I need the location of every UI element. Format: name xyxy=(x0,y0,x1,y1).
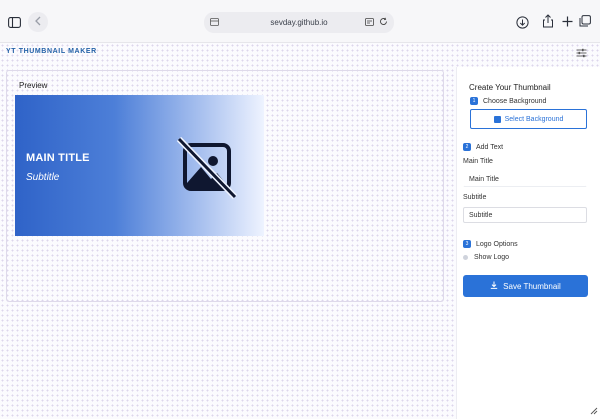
preview-label: Preview xyxy=(19,81,48,90)
main-title-value: Main Title xyxy=(469,175,499,183)
translate-icon[interactable] xyxy=(365,18,374,28)
sliders-icon[interactable] xyxy=(576,45,587,63)
toggle-dot xyxy=(463,255,468,260)
tabs-icon[interactable] xyxy=(578,14,592,28)
select-background-button[interactable]: Select Background xyxy=(470,109,587,129)
app-root: YT THUMBNAIL MAKER Preview MAIN TITLE Su… xyxy=(0,43,600,419)
thumbnail-subtitle: Subtitle xyxy=(26,172,60,183)
panel-title: Create Your Thumbnail xyxy=(469,83,551,92)
thumbnail-canvas[interactable]: MAIN TITLE Subtitle xyxy=(15,95,264,236)
step-badge: 3 xyxy=(463,240,471,248)
reload-icon[interactable] xyxy=(379,17,388,28)
subtitle-input[interactable]: Subtitle xyxy=(463,207,587,223)
back-icon xyxy=(34,13,42,31)
sidebar-icon[interactable] xyxy=(6,14,22,30)
app-brand: YT THUMBNAIL MAKER xyxy=(6,48,97,55)
step-label: Add Text xyxy=(476,143,504,151)
step-logo: 3 Logo Options xyxy=(463,240,518,248)
download-icon[interactable] xyxy=(514,14,530,30)
show-logo-toggle[interactable]: Show Logo xyxy=(463,254,509,261)
image-off-icon xyxy=(175,135,239,200)
url-text: sevday.github.io xyxy=(270,18,328,27)
resize-handle-icon[interactable] xyxy=(590,407,598,417)
app-header: YT THUMBNAIL MAKER xyxy=(0,43,600,63)
step-badge: 2 xyxy=(463,143,471,151)
browser-toolbar: sevday.github.io xyxy=(0,0,600,43)
controls-panel: Create Your Thumbnail 1 Choose Backgroun… xyxy=(456,67,600,419)
address-bar[interactable]: sevday.github.io xyxy=(204,12,394,33)
main-title-label: Main Title xyxy=(463,158,493,165)
step-background: 1 Choose Background xyxy=(470,97,546,105)
save-thumbnail-label: Save Thumbnail xyxy=(503,281,561,291)
share-icon[interactable] xyxy=(540,13,556,29)
download-icon xyxy=(490,281,498,291)
new-tab-icon[interactable] xyxy=(560,14,574,28)
select-background-label: Select Background xyxy=(504,115,564,123)
step-label: Logo Options xyxy=(476,240,518,248)
preview-card: Preview MAIN TITLE Subtitle xyxy=(6,70,444,302)
subtitle-label: Subtitle xyxy=(463,194,487,201)
image-icon xyxy=(493,115,501,123)
step-label: Choose Background xyxy=(483,97,547,105)
page-icon xyxy=(210,18,219,28)
subtitle-value: Subtitle xyxy=(469,211,493,219)
show-logo-label: Show Logo xyxy=(474,254,510,261)
back-button[interactable] xyxy=(28,12,48,32)
step-badge: 1 xyxy=(470,97,478,105)
save-thumbnail-button[interactable]: Save Thumbnail xyxy=(463,275,588,297)
thumbnail-title: MAIN TITLE xyxy=(26,152,90,164)
step-text: 2 Add Text xyxy=(463,143,503,151)
main-title-input[interactable]: Main Title xyxy=(463,171,587,187)
